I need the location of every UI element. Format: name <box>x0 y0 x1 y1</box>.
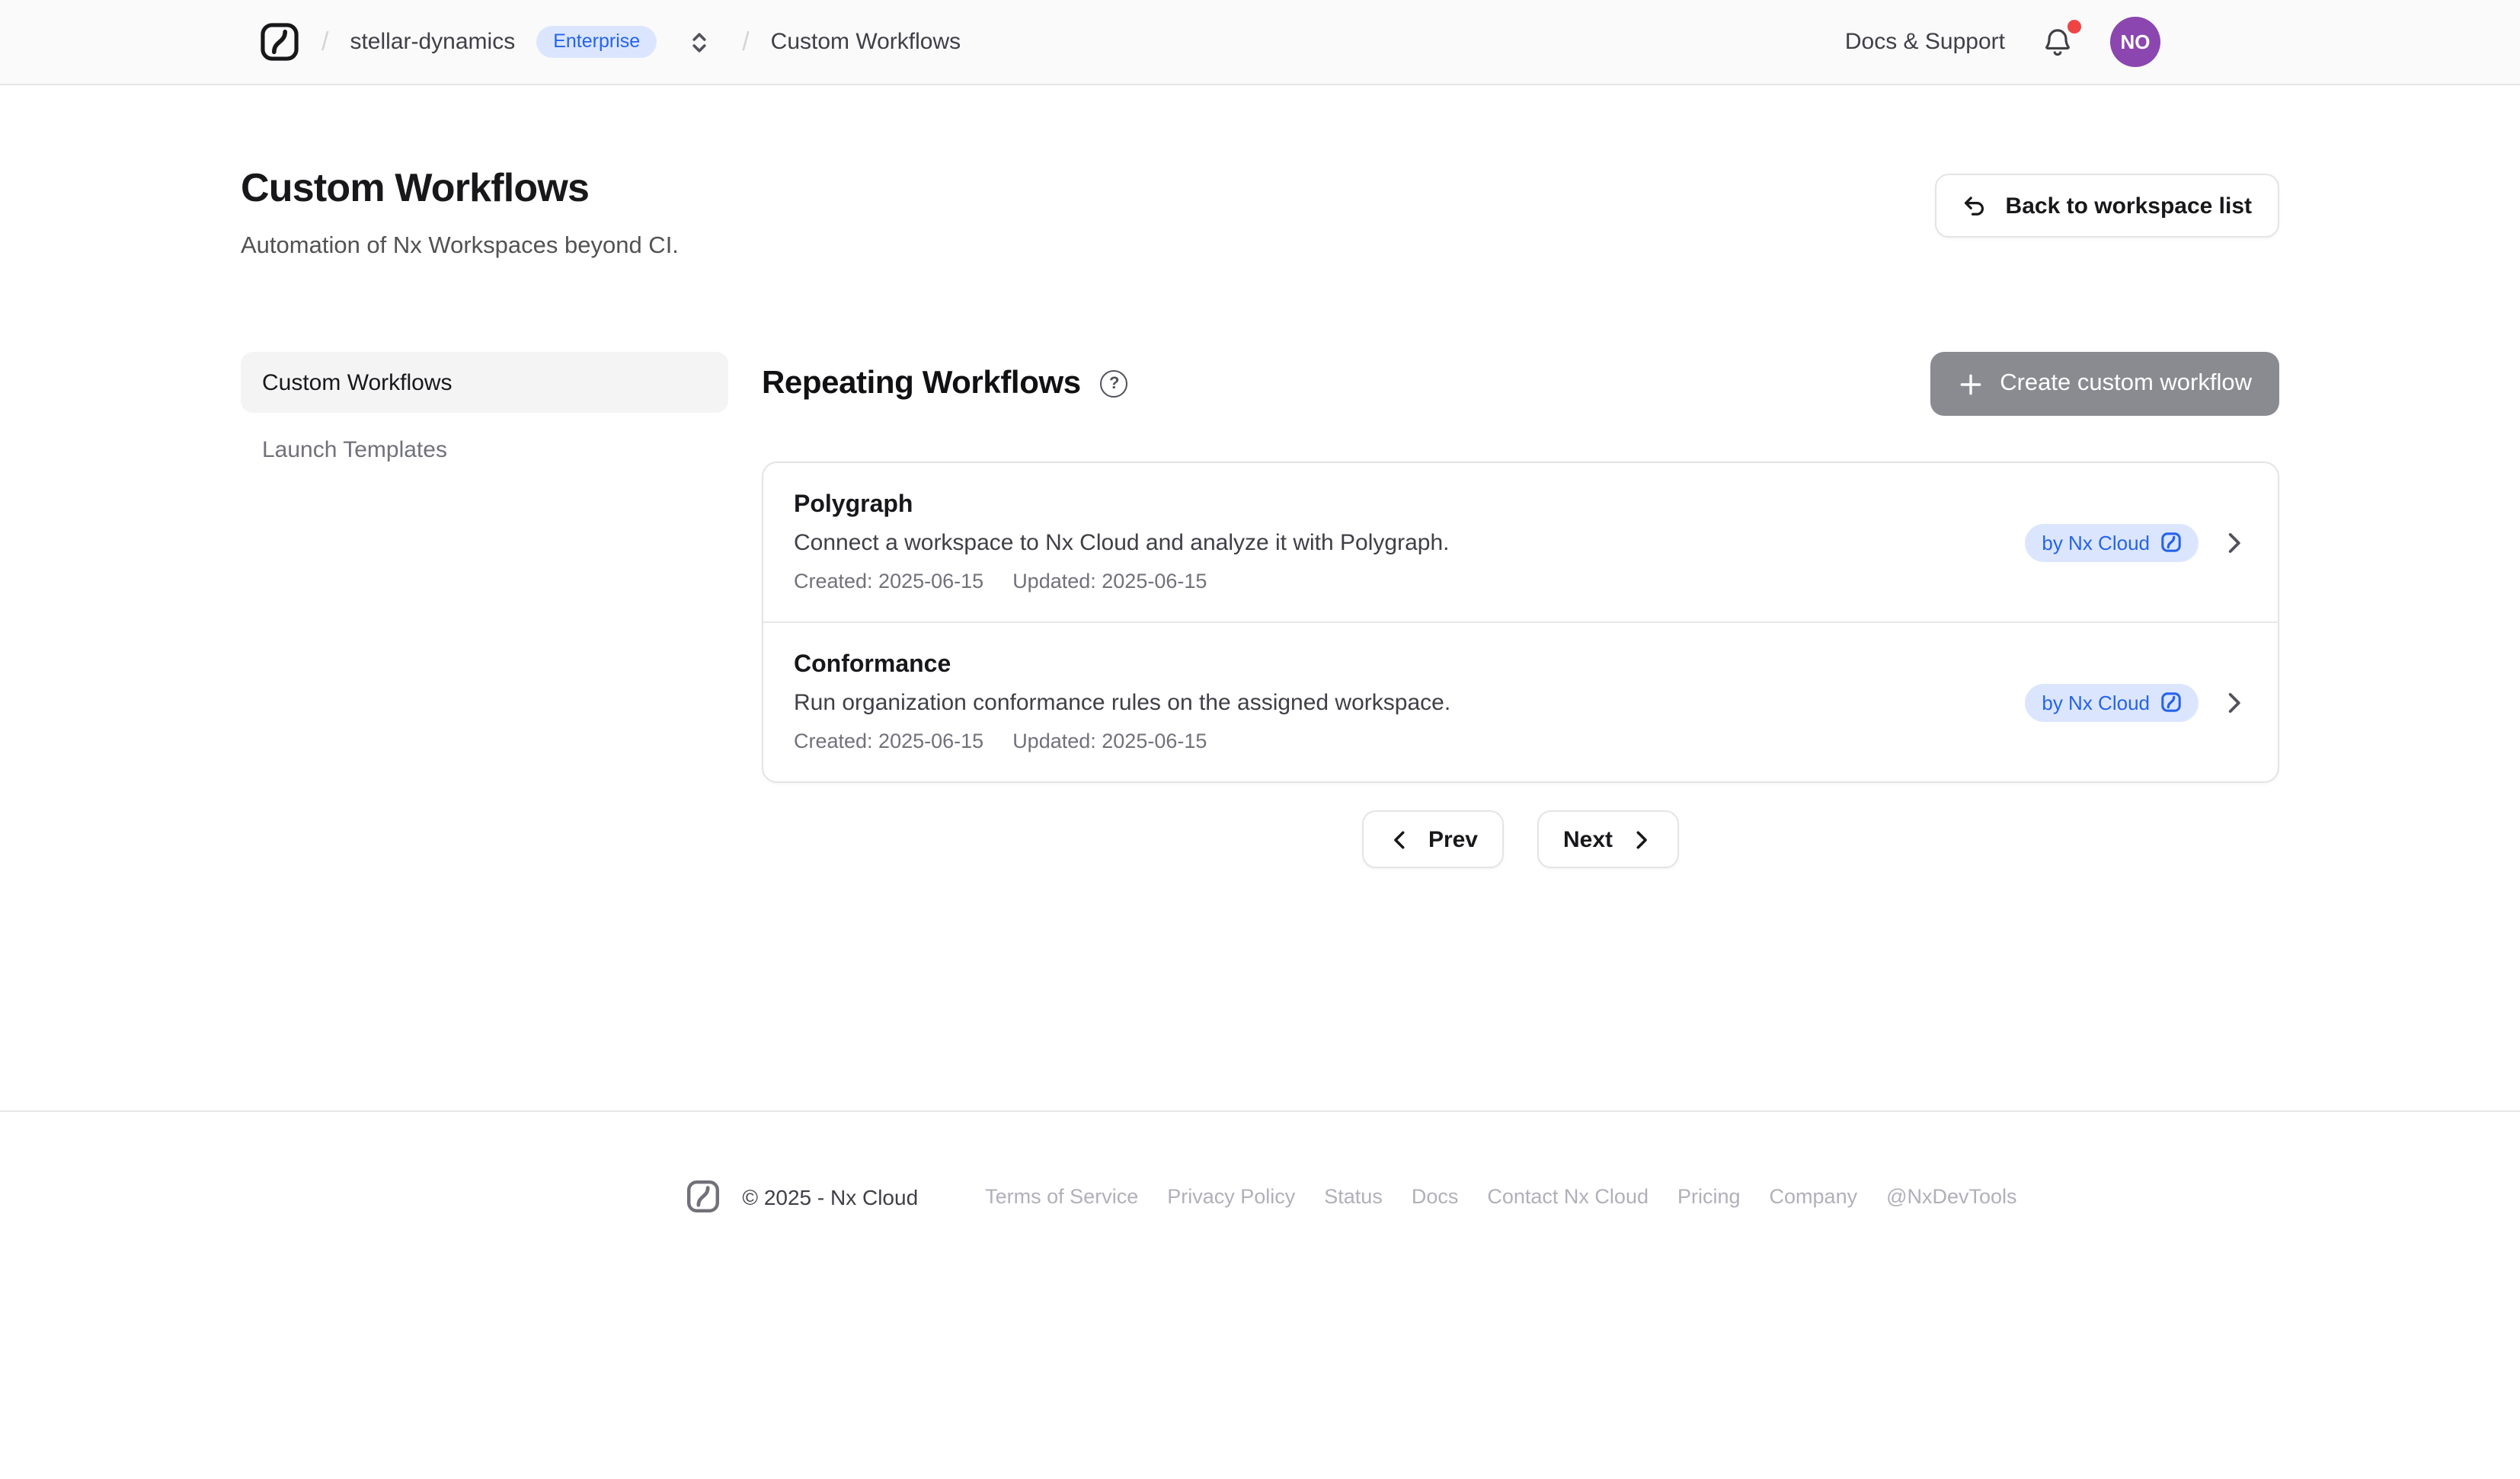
page-subtitle: Automation of Nx Workspaces beyond CI. <box>241 233 679 260</box>
create-button-label: Create custom workflow <box>2000 370 2252 398</box>
breadcrumb-workspace-name[interactable]: stellar-dynamics <box>350 29 515 55</box>
badge-label: by Nx Cloud <box>2042 531 2150 554</box>
prev-page-button[interactable]: Prev <box>1363 810 1504 868</box>
plus-icon <box>1957 371 1983 397</box>
footer-link-company[interactable]: Company <box>1770 1185 1858 1208</box>
notification-dot <box>2067 20 2081 34</box>
navbar-actions: Docs & Support NO <box>1845 17 2459 67</box>
nx-logo-icon[interactable] <box>259 21 300 62</box>
nx-logo-footer-icon <box>686 1179 721 1214</box>
workflow-name: Polygraph <box>794 492 1449 519</box>
chevron-right-icon <box>2221 529 2247 555</box>
workflow-created-date: Created: 2025-06-15 <box>794 570 983 593</box>
workflow-description: Run organization conformance rules on th… <box>794 690 1450 716</box>
sidebar-item-custom-workflows[interactable]: Custom Workflows <box>241 352 728 413</box>
by-nx-cloud-badge[interactable]: by Nx Cloud <box>2025 523 2199 561</box>
workflow-created-date: Created: 2025-06-15 <box>794 730 983 752</box>
workflow-row-conformance[interactable]: Conformance Run organization conformance… <box>763 621 2278 781</box>
user-avatar[interactable]: NO <box>2110 17 2160 67</box>
workflow-row-polygraph[interactable]: Polygraph Connect a workspace to Nx Clou… <box>763 463 2278 621</box>
notifications-button[interactable] <box>2039 23 2077 61</box>
next-page-button[interactable]: Next <box>1537 810 1678 868</box>
next-button-label: Next <box>1563 826 1613 852</box>
section-heading: Repeating Workflows <box>762 366 1081 402</box>
page-footer: © 2025 - Nx Cloud Terms of Service Priva… <box>0 1110 2520 1473</box>
workflow-info: Conformance Run organization conformance… <box>794 652 1450 752</box>
nx-logo-mini-icon <box>2160 532 2182 553</box>
page-body: Custom Workflows Automation of Nx Worksp… <box>0 85 2520 1110</box>
prev-button-label: Prev <box>1428 826 1478 852</box>
nx-logo-mini-icon <box>2160 692 2182 713</box>
sidebar-item-label: Launch Templates <box>262 436 447 462</box>
main-panel: Repeating Workflows ? Create custom work… <box>762 352 2279 868</box>
footer-links: Terms of Service Privacy Policy Status D… <box>985 1185 2016 1208</box>
back-button-label: Back to workspace list <box>2006 193 2252 219</box>
workflow-updated-date: Updated: 2025-06-15 <box>1012 570 1207 593</box>
badge-label: by Nx Cloud <box>2042 691 2150 714</box>
arrow-uturn-left-icon <box>1963 192 1991 219</box>
workflow-name: Conformance <box>794 652 1450 679</box>
footer-link-docs[interactable]: Docs <box>1412 1185 1459 1208</box>
footer-link-privacy[interactable]: Privacy Policy <box>1167 1185 1295 1208</box>
footer-link-terms[interactable]: Terms of Service <box>985 1185 1138 1208</box>
back-to-workspace-list-button[interactable]: Back to workspace list <box>1936 174 2279 238</box>
breadcrumb-separator: / <box>742 27 749 57</box>
page-header: Custom Workflows Automation of Nx Worksp… <box>241 165 2279 260</box>
chevron-left-icon <box>1389 828 1412 851</box>
workflows-list: Polygraph Connect a workspace to Nx Clou… <box>762 462 2279 783</box>
copyright-text: © 2025 - Nx Cloud <box>742 1184 918 1209</box>
breadcrumb: / stellar-dynamics Enterprise / Custom W… <box>259 21 961 62</box>
chevron-up-down-icon <box>687 30 712 54</box>
section-sidebar: Custom Workflows Launch Templates <box>241 352 728 868</box>
breadcrumb-current-page: Custom Workflows <box>771 29 961 55</box>
create-custom-workflow-button[interactable]: Create custom workflow <box>1930 352 2279 416</box>
chevron-right-icon <box>2221 689 2247 715</box>
footer-link-nxdevtools[interactable]: @NxDevTools <box>1886 1185 2016 1208</box>
workflow-updated-date: Updated: 2025-06-15 <box>1012 730 1207 752</box>
docs-support-link[interactable]: Docs & Support <box>1845 29 2005 55</box>
workflow-description: Connect a workspace to Nx Cloud and anal… <box>794 530 1449 556</box>
chevron-right-icon <box>1629 828 1652 851</box>
footer-link-pricing[interactable]: Pricing <box>1677 1185 1741 1208</box>
workspace-switcher-button[interactable] <box>684 27 715 57</box>
workflow-info: Polygraph Connect a workspace to Nx Clou… <box>794 492 1449 593</box>
by-nx-cloud-badge[interactable]: by Nx Cloud <box>2025 683 2199 721</box>
sidebar-item-launch-templates[interactable]: Launch Templates <box>241 419 728 480</box>
footer-link-contact[interactable]: Contact Nx Cloud <box>1487 1185 1649 1208</box>
footer-link-status[interactable]: Status <box>1324 1185 1383 1208</box>
pagination: Prev Next <box>762 810 2279 868</box>
page-title: Custom Workflows <box>241 165 679 212</box>
question-mark-circle-icon[interactable]: ? <box>1101 370 1128 398</box>
sidebar-item-label: Custom Workflows <box>262 369 453 395</box>
breadcrumb-separator: / <box>321 27 328 57</box>
top-navbar: / stellar-dynamics Enterprise / Custom W… <box>0 0 2520 85</box>
app-root: / stellar-dynamics Enterprise / Custom W… <box>0 0 2520 1479</box>
plan-badge: Enterprise <box>536 27 657 58</box>
